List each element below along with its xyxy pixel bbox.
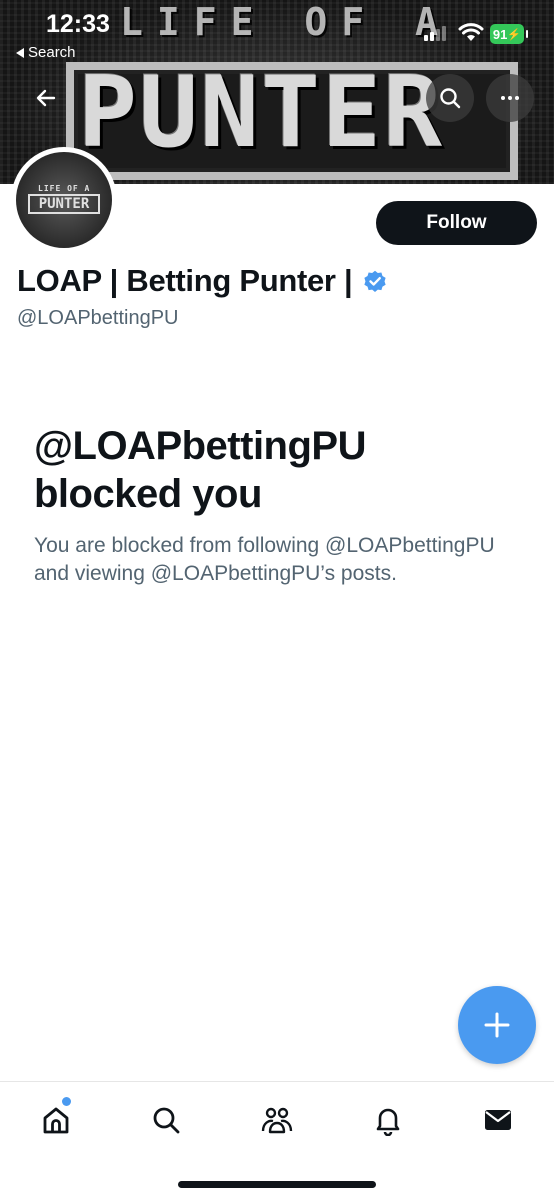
tab-home[interactable]: [34, 1097, 78, 1142]
tab-search[interactable]: [144, 1098, 188, 1142]
back-triangle-icon: [16, 47, 24, 58]
more-button[interactable]: [486, 74, 534, 122]
tab-notifications[interactable]: [366, 1098, 410, 1142]
arrow-left-icon: [36, 89, 56, 107]
plus-icon: [484, 1012, 510, 1038]
banner-main-text: PUNTER: [78, 56, 445, 170]
avatar-image: LIFE OF A PUNTER: [16, 152, 112, 248]
banner-top-text: LIFE OF A: [120, 0, 452, 44]
cellular-signal-icon: [424, 26, 446, 41]
home-indicator: [178, 1181, 376, 1188]
profile-handle: @LOAPbettingPU: [17, 307, 179, 329]
tab-messages[interactable]: [476, 1098, 520, 1142]
avatar-line2: PUNTER: [28, 194, 100, 214]
status-back-link[interactable]: Search: [16, 44, 76, 61]
battery-indicator: 91 ⚡: [490, 24, 528, 44]
more-horizontal-icon: [501, 96, 519, 100]
search-icon: [440, 88, 461, 109]
home-icon: [43, 1107, 69, 1134]
verified-badge-icon[interactable]: [362, 268, 388, 294]
blocked-description: You are blocked from following @LOAPbett…: [34, 534, 495, 585]
tab-communities[interactable]: [255, 1098, 299, 1142]
avatar-line1: LIFE OF A: [38, 184, 91, 193]
home-notification-dot: [62, 1097, 71, 1106]
status-back-label: Search: [28, 44, 76, 61]
notifications-icon: [376, 1108, 400, 1136]
back-button[interactable]: [22, 74, 70, 122]
follow-button[interactable]: Follow: [376, 201, 537, 245]
battery-level: 91: [492, 26, 508, 42]
compose-button[interactable]: [458, 986, 536, 1064]
communities-icon: [261, 1107, 293, 1134]
blocked-title: @LOAPbettingPU blocked you: [34, 424, 366, 516]
profile-avatar[interactable]: LIFE OF A PUNTER: [11, 147, 117, 253]
search-button[interactable]: [426, 74, 474, 122]
display-name: LOAP | Betting Punter |: [17, 263, 388, 299]
wifi-icon: [458, 22, 484, 47]
search-icon: [153, 1107, 180, 1134]
messages-icon: [485, 1110, 511, 1130]
status-time: 12:33: [46, 10, 110, 38]
display-name-text: LOAP | Betting Punter |: [17, 263, 353, 298]
